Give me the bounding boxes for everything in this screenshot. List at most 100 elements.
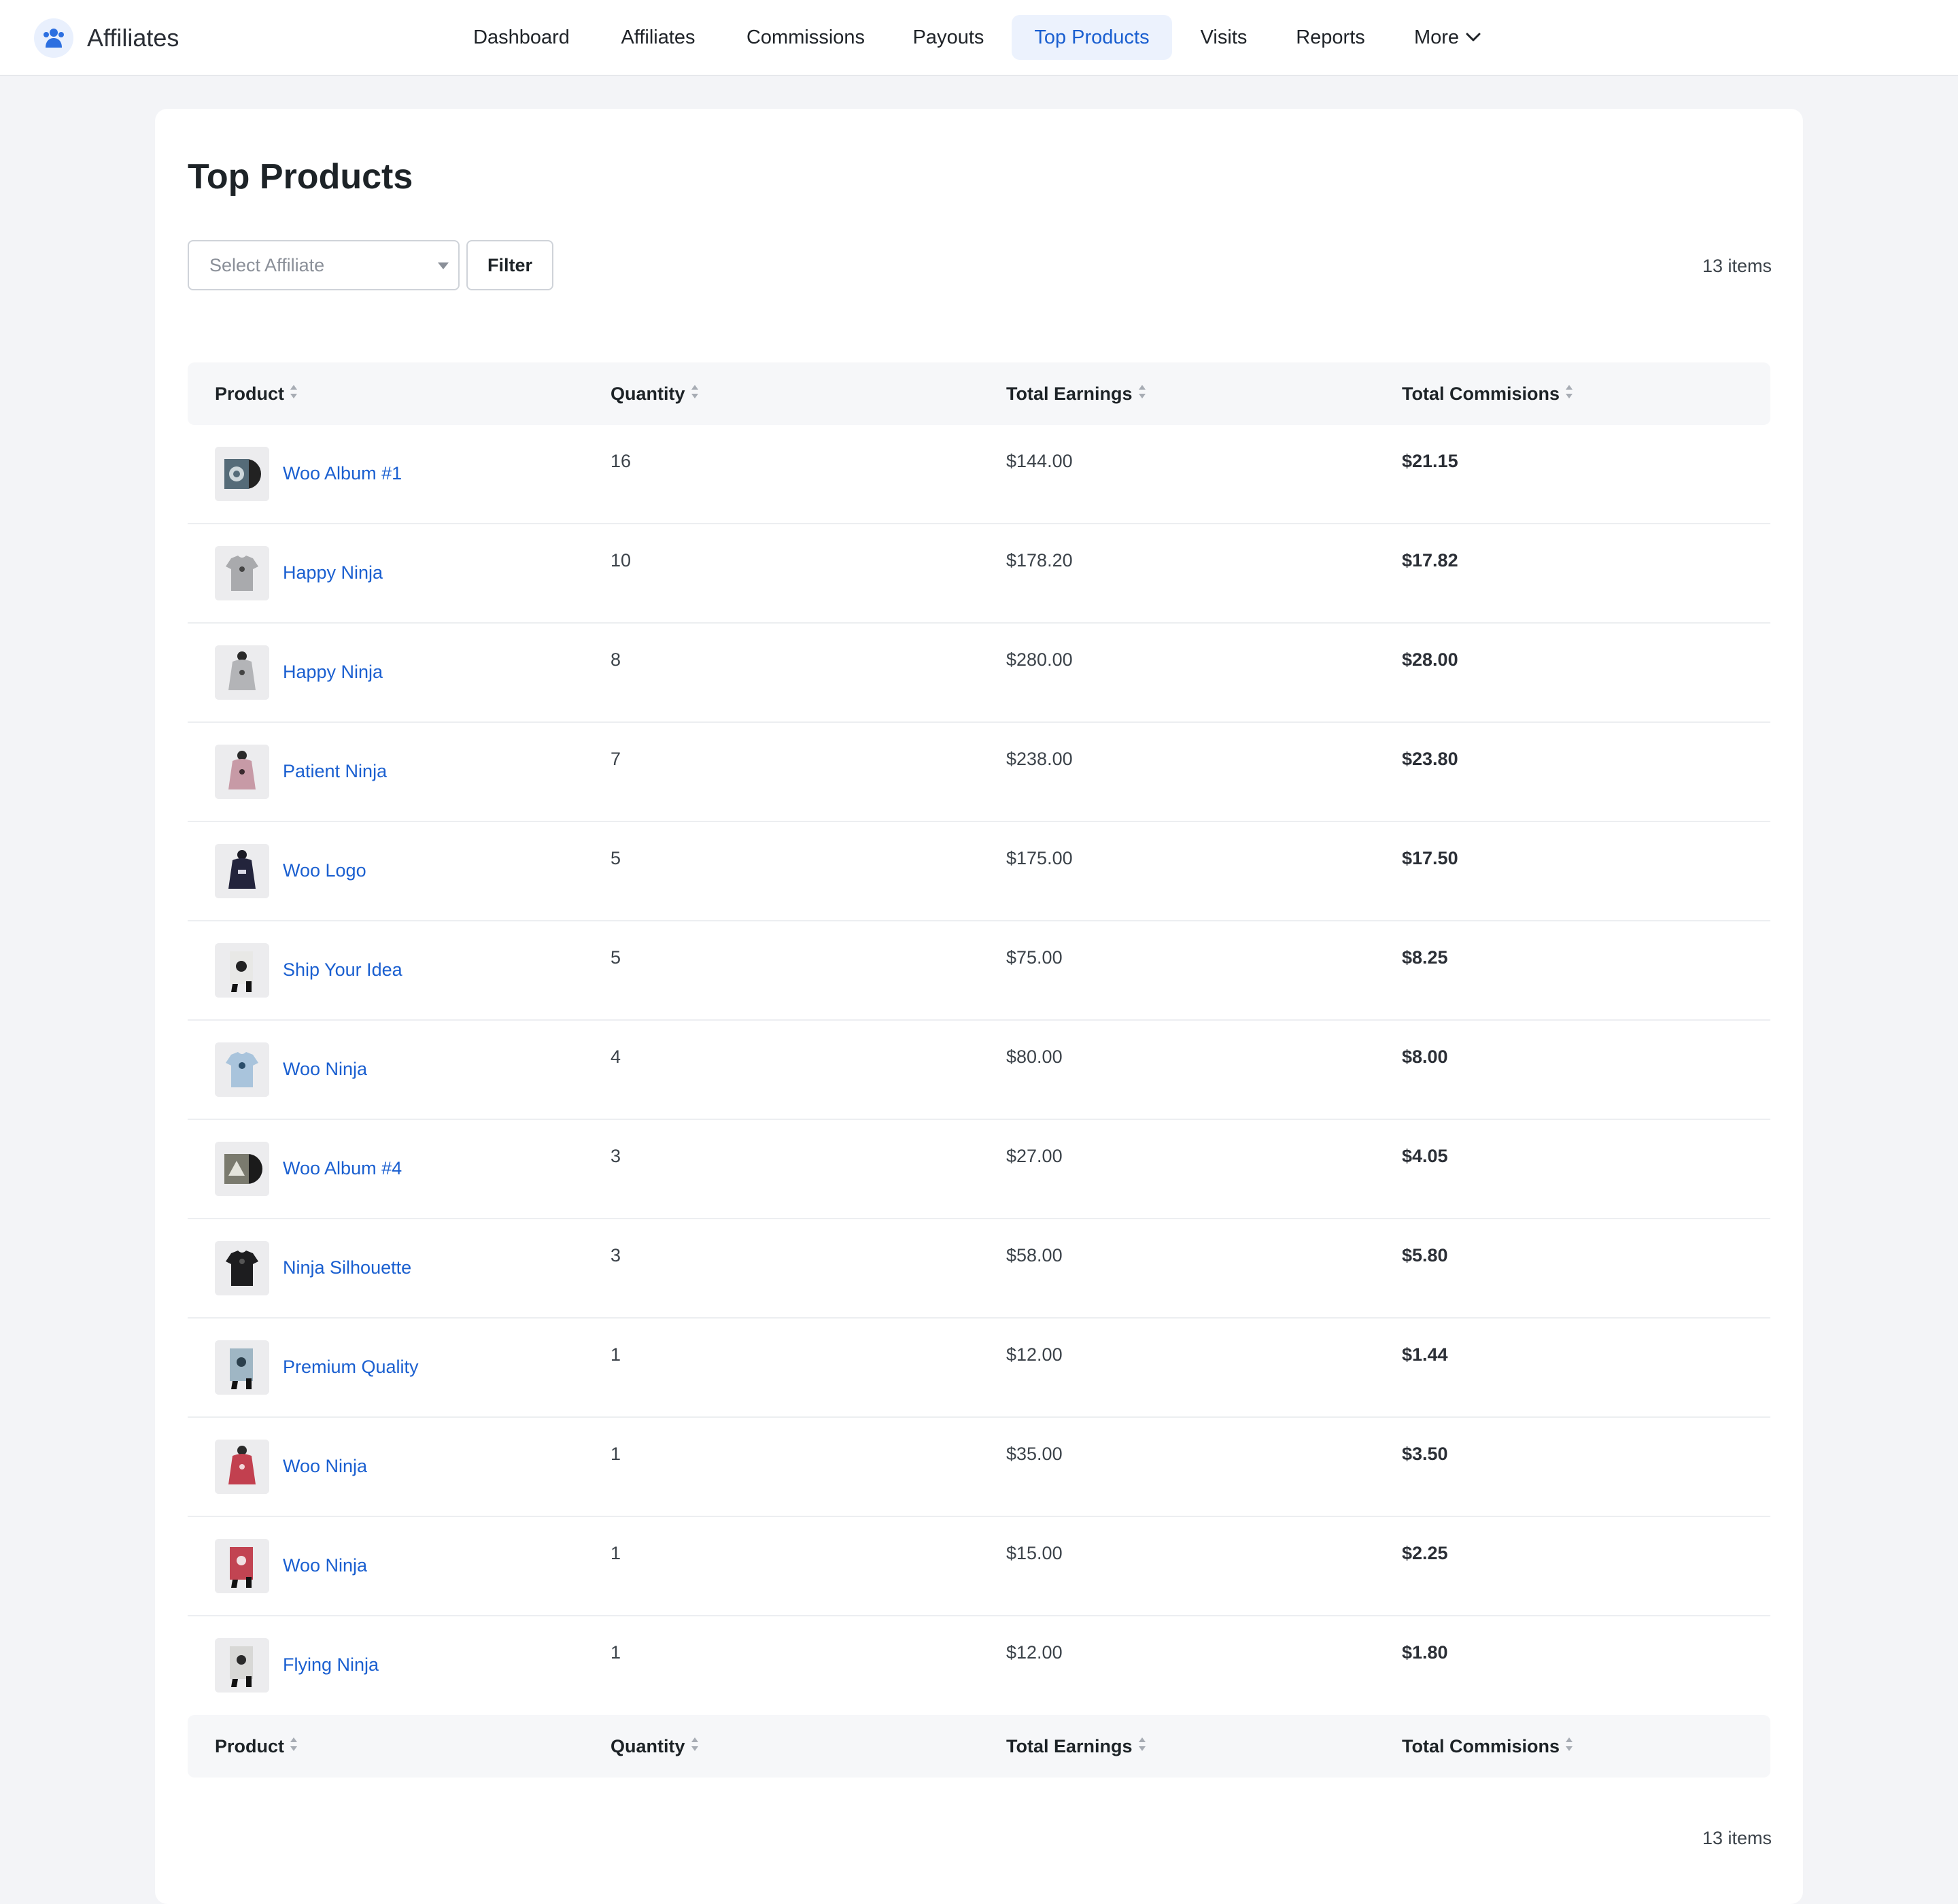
column-header-product[interactable]: Product [215, 362, 298, 425]
product-thumbnail-image[interactable] [215, 943, 269, 998]
caret-down-icon [438, 262, 449, 269]
items-count-top: 13 items [1702, 256, 1772, 276]
chevron-down-icon [1466, 14, 1481, 58]
total-earnings-cell: $35.00 [1006, 1444, 1063, 1464]
total-commision-cell: $1.44 [1402, 1344, 1448, 1365]
sort-icon [1138, 362, 1146, 425]
product-thumbnail-image[interactable] [215, 1539, 269, 1593]
total-earnings-cell: $12.00 [1006, 1642, 1063, 1663]
total-commision-cell: $1.80 [1402, 1642, 1448, 1663]
sort-icon [290, 1715, 298, 1778]
sort-icon [1565, 1715, 1573, 1778]
total-commision-cell: $17.50 [1402, 848, 1458, 868]
table-row: Woo Album #1 16 $144.00 $21.15 [188, 425, 1770, 524]
product-thumbnail-image[interactable] [215, 844, 269, 898]
quantity-cell: 1 [611, 1344, 621, 1365]
product-name-link[interactable]: Woo Ninja [283, 1555, 367, 1576]
total-commision-cell: $8.25 [1402, 947, 1448, 968]
affiliates-logo-icon [34, 18, 73, 58]
nav-visits[interactable]: Visits [1188, 15, 1259, 60]
total-commision-cell: $8.00 [1402, 1047, 1448, 1067]
nav-top-products[interactable]: Top Products [1012, 15, 1172, 60]
nav-more-label: More [1413, 27, 1460, 48]
column-footer-quantity[interactable]: Quantity [611, 1715, 699, 1778]
table-row: Woo Ninja 1 $15.00 $2.25 [188, 1517, 1770, 1616]
table-row: Happy Ninja 8 $280.00 $28.00 [188, 624, 1770, 723]
quantity-cell: 3 [611, 1146, 621, 1166]
product-name-link[interactable]: Woo Ninja [283, 1059, 367, 1080]
nav-dashboard[interactable]: Dashboard [461, 15, 582, 60]
total-commision-cell: $17.82 [1402, 550, 1458, 571]
product-name-link[interactable]: Ship Your Idea [283, 959, 402, 981]
product-name-link[interactable]: Happy Ninja [283, 662, 383, 683]
page-title: Top Products [188, 157, 413, 197]
quantity-cell: 3 [611, 1245, 621, 1265]
nav-payouts[interactable]: Payouts [899, 15, 998, 60]
table-body: Woo Album #1 16 $144.00 $21.15 Happy Ninja 10… [188, 425, 1770, 1716]
product-thumbnail-image[interactable] [215, 546, 269, 600]
product-name-link[interactable]: Premium Quality [283, 1357, 419, 1378]
product-thumbnail-image[interactable] [215, 1042, 269, 1097]
items-count-bottom: 13 items [1702, 1828, 1772, 1848]
total-earnings-cell: $58.00 [1006, 1245, 1063, 1265]
product-thumbnail-image[interactable] [215, 1241, 269, 1295]
quantity-cell: 1 [611, 1444, 621, 1464]
product-name-link[interactable]: Woo Logo [283, 860, 366, 881]
filter-button[interactable]: Filter [466, 240, 553, 290]
product-thumbnail-image[interactable] [215, 447, 269, 501]
product-thumbnail-image[interactable] [215, 1440, 269, 1494]
product-name-link[interactable]: Woo Ninja [283, 1456, 367, 1477]
column-footer-total-earnings[interactable]: Total Earnings [1006, 1715, 1146, 1778]
total-earnings-cell: $280.00 [1006, 649, 1073, 670]
column-header-quantity[interactable]: Quantity [611, 362, 699, 425]
nav-more[interactable]: More [1403, 15, 1492, 60]
product-name-link[interactable]: Woo Album #4 [283, 1158, 402, 1179]
total-earnings-cell: $75.00 [1006, 947, 1063, 968]
product-name-link[interactable]: Happy Ninja [283, 562, 383, 583]
total-commision-cell: $3.50 [1402, 1444, 1448, 1464]
quantity-cell: 4 [611, 1047, 621, 1067]
product-name-link[interactable]: Woo Album #1 [283, 463, 402, 484]
column-footer-product[interactable]: Product [215, 1715, 298, 1778]
select-affiliate-dropdown[interactable]: Select Affiliate [188, 240, 460, 290]
total-earnings-cell: $144.00 [1006, 451, 1073, 471]
quantity-cell: 5 [611, 848, 621, 868]
nav-reports[interactable]: Reports [1281, 15, 1380, 60]
sort-icon [1138, 1715, 1146, 1778]
quantity-cell: 5 [611, 947, 621, 968]
product-thumbnail-image[interactable] [215, 645, 269, 700]
product-name-link[interactable]: Flying Ninja [283, 1654, 379, 1676]
sort-icon [1565, 362, 1573, 425]
total-commision-cell: $4.05 [1402, 1146, 1448, 1166]
product-thumbnail-image[interactable] [215, 1340, 269, 1395]
product-name-link[interactable]: Ninja Silhouette [283, 1257, 411, 1278]
table-row: Premium Quality 1 $12.00 $1.44 [188, 1319, 1770, 1418]
total-commision-cell: $28.00 [1402, 649, 1458, 670]
total-commision-cell: $23.80 [1402, 749, 1458, 769]
column-footer-total-commisions[interactable]: Total Commisions [1402, 1715, 1573, 1778]
total-earnings-cell: $12.00 [1006, 1344, 1063, 1365]
product-name-link[interactable]: Patient Ninja [283, 761, 387, 782]
product-thumbnail-image[interactable] [215, 1142, 269, 1196]
column-header-total-earnings[interactable]: Total Earnings [1006, 362, 1146, 425]
quantity-cell: 1 [611, 1642, 621, 1663]
top-navigation-bar: Affiliates Dashboard Affiliates Commissi… [0, 0, 1958, 76]
select-affiliate-placeholder: Select Affiliate [209, 255, 325, 275]
sort-icon [691, 1715, 699, 1778]
quantity-cell: 8 [611, 649, 621, 670]
product-thumbnail-image[interactable] [215, 745, 269, 799]
total-earnings-cell: $178.20 [1006, 550, 1073, 571]
total-commision-cell: $2.25 [1402, 1543, 1448, 1563]
table-row: Ship Your Idea 5 $75.00 $8.25 [188, 921, 1770, 1021]
table-row: Woo Logo 5 $175.00 $17.50 [188, 822, 1770, 921]
table-row: Ninja Silhouette 3 $58.00 $5.80 [188, 1219, 1770, 1319]
sort-icon [691, 362, 699, 425]
brand[interactable]: Affiliates [34, 18, 179, 58]
column-header-total-commisions[interactable]: Total Commisions [1402, 362, 1573, 425]
table-footer: Product Quantity Total Earnings Total Co… [188, 1715, 1770, 1778]
total-earnings-cell: $175.00 [1006, 848, 1073, 868]
nav-affiliates[interactable]: Affiliates [604, 15, 712, 60]
product-thumbnail-image[interactable] [215, 1638, 269, 1693]
nav-commissions[interactable]: Commissions [734, 15, 877, 60]
table-row: Patient Ninja 7 $238.00 $23.80 [188, 723, 1770, 822]
